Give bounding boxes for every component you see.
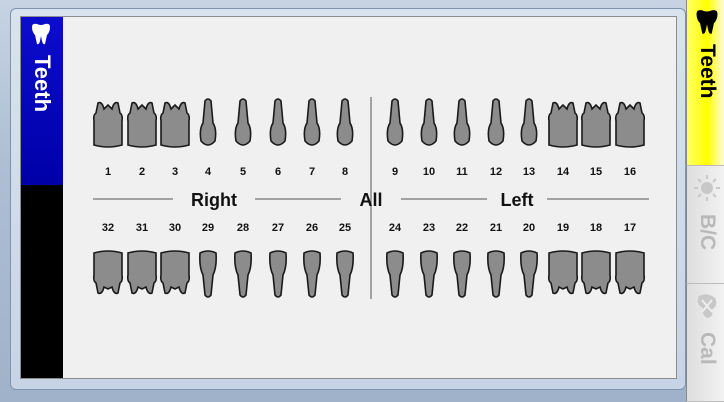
tooth-chart: 1 2 3 4 5 6 7 8 9 10 11 12 13 14 15 16 32 31 30 29 28 27 26 25… — [92, 97, 649, 299]
tooth-upper[interactable] — [420, 98, 438, 146]
tooth-number: 23 — [423, 222, 435, 234]
tab-label: B/C — [696, 214, 719, 251]
tooth-icon — [32, 23, 50, 45]
tooth-number: 22 — [456, 222, 468, 234]
tooth-number: 6 — [275, 166, 281, 178]
teeth-panel: Teeth 1 2 3 4 5 6 7 8 9 10 11 12 13 14 15 16 32 31 30 29 28… — [20, 16, 677, 379]
lower-arch — [92, 250, 646, 298]
tooth-lower[interactable] — [487, 250, 505, 298]
tooth-upper[interactable] — [580, 101, 612, 148]
tooth-number: 15 — [590, 166, 602, 178]
tooth-number: 4 — [205, 166, 212, 178]
tooth-number: 10 — [423, 166, 435, 178]
tooth-upper[interactable] — [453, 98, 471, 146]
tooth-number: 16 — [624, 166, 636, 178]
tooth-number: 14 — [557, 166, 570, 178]
tooth-lower[interactable] — [199, 250, 217, 298]
tab-teeth[interactable]: Teeth — [686, 0, 724, 166]
tooth-number: 11 — [456, 166, 468, 178]
tooth-number: 8 — [342, 166, 348, 178]
tooth-number: 20 — [523, 222, 535, 234]
calculus-icon — [697, 294, 717, 318]
tab-bc[interactable]: B/C — [686, 166, 724, 284]
tooth-number: 12 — [490, 166, 502, 178]
tab-cal[interactable]: Cal — [686, 284, 724, 402]
tooth-number: 26 — [306, 222, 318, 234]
sun-icon — [694, 175, 720, 201]
tooth-upper[interactable] — [92, 101, 124, 148]
tooth-lower[interactable] — [234, 250, 252, 298]
tooth-upper[interactable] — [269, 98, 287, 146]
tooth-upper[interactable] — [614, 101, 646, 148]
tooth-lower[interactable] — [159, 250, 191, 295]
tooth-number: 19 — [557, 222, 569, 234]
panel-header: Teeth — [21, 17, 63, 378]
tooth-number: 27 — [272, 222, 284, 234]
tooth-number: 3 — [172, 166, 178, 178]
tooth-lower[interactable] — [614, 250, 646, 295]
tooth-number: 29 — [202, 222, 214, 234]
tooth-lower[interactable] — [520, 250, 538, 298]
tooth-upper[interactable] — [386, 98, 404, 146]
tooth-number: 2 — [139, 166, 145, 178]
tooth-upper[interactable] — [234, 98, 252, 146]
tooth-upper[interactable] — [199, 98, 217, 146]
lower-tooth-numbers: 32 31 30 29 28 27 26 25 24 23 22 21 20 19 18 17 — [102, 222, 636, 234]
tooth-upper[interactable] — [126, 101, 158, 148]
tooth-lower[interactable] — [269, 250, 287, 298]
tooth-number: 30 — [169, 222, 181, 234]
tooth-lower[interactable] — [92, 250, 124, 295]
tooth-number: 1 — [105, 166, 111, 178]
tooth-number: 17 — [624, 222, 636, 234]
tooth-number: 9 — [392, 166, 398, 178]
tooth-number: 13 — [523, 166, 535, 178]
upper-arch — [92, 98, 646, 148]
right-side-button[interactable]: Right — [191, 190, 237, 210]
tooth-lower[interactable] — [386, 250, 404, 298]
panel-header-highlight: Teeth — [21, 17, 63, 185]
tooth-number: 5 — [240, 166, 246, 178]
tooth-upper[interactable] — [303, 98, 321, 146]
tooth-number: 28 — [237, 222, 249, 234]
panel-title: Teeth — [30, 55, 55, 113]
tooth-number: 21 — [490, 222, 502, 234]
tooth-lower[interactable] — [420, 250, 438, 298]
all-teeth-button[interactable]: All — [359, 190, 382, 210]
tab-label: Cal — [696, 332, 719, 365]
tooth-upper[interactable] — [487, 98, 505, 146]
left-side-button[interactable]: Left — [501, 190, 534, 210]
tooth-number: 7 — [309, 166, 315, 178]
tooth-icon — [696, 10, 718, 34]
tooth-upper[interactable] — [336, 98, 354, 146]
tooth-lower[interactable] — [336, 250, 354, 298]
tooth-lower[interactable] — [453, 250, 471, 298]
tooth-number: 18 — [590, 222, 602, 234]
tooth-number: 25 — [339, 222, 351, 234]
tooth-upper[interactable] — [159, 101, 191, 148]
tooth-lower[interactable] — [580, 250, 612, 295]
tab-label: Teeth — [696, 44, 719, 99]
tooth-upper[interactable] — [520, 98, 538, 146]
tooth-number: 31 — [136, 222, 148, 234]
tooth-lower[interactable] — [126, 250, 158, 295]
tooth-upper[interactable] — [547, 101, 579, 148]
tooth-lower[interactable] — [547, 250, 579, 295]
tooth-number: 24 — [389, 222, 402, 234]
tooth-lower[interactable] — [303, 250, 321, 298]
tooth-number: 32 — [102, 222, 114, 234]
side-tabs: Teeth B/C Cal — [686, 0, 724, 402]
